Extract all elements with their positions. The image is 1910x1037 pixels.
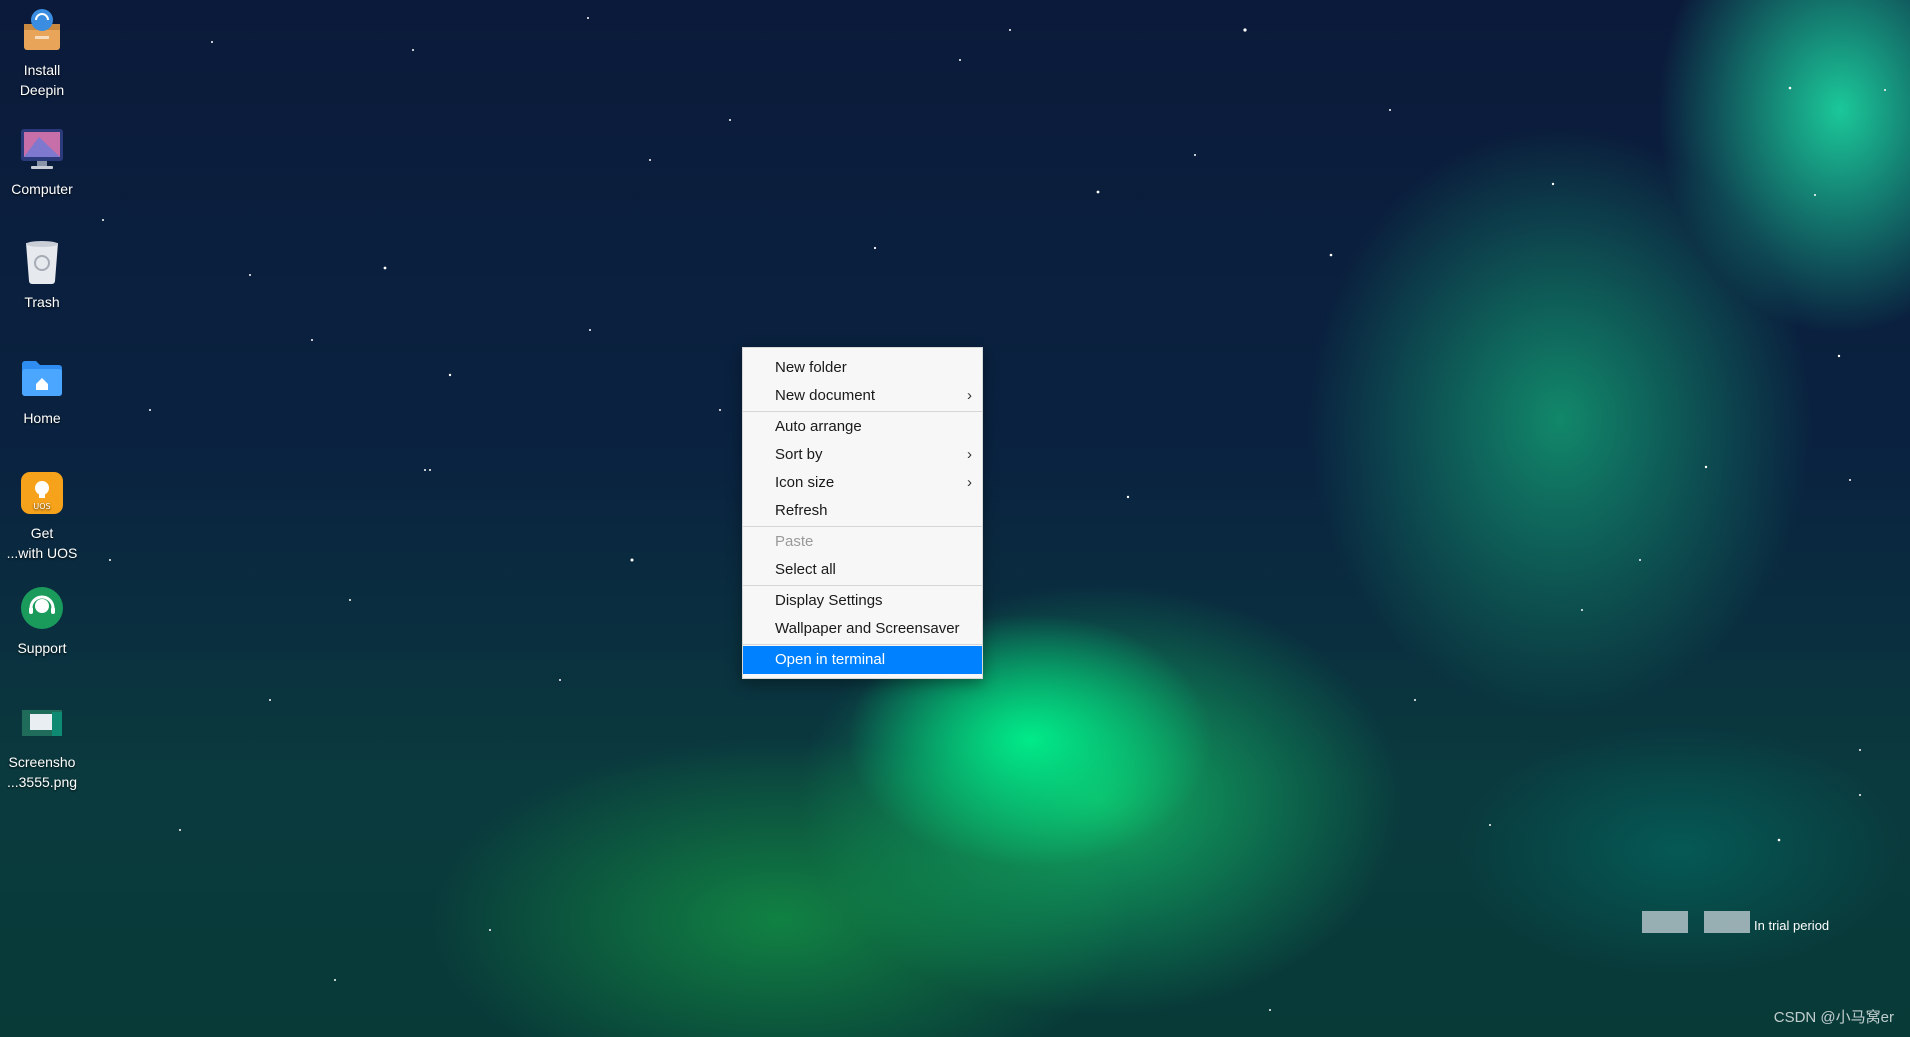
menu-separator	[743, 411, 982, 412]
menu-separator	[743, 644, 982, 645]
watermark-block	[1704, 911, 1750, 933]
menu-item-sort-by[interactable]: Sort by ›	[743, 441, 982, 469]
trash-bin-icon	[18, 238, 66, 286]
csdn-watermark: CSDN @小马窝er	[1773, 1009, 1894, 1026]
menu-item-wallpaper-screensaver[interactable]: Wallpaper and Screensaver	[743, 615, 982, 643]
menu-separator	[743, 585, 982, 586]
chevron-right-icon: ›	[967, 474, 972, 491]
chevron-right-icon: ›	[967, 387, 972, 404]
menu-item-label: Open in terminal	[775, 651, 886, 668]
menu-item-new-document[interactable]: New document ›	[743, 382, 982, 410]
desktop-icon-home[interactable]: Home	[0, 354, 84, 428]
watermark-block	[1642, 911, 1688, 933]
menu-item-refresh[interactable]: Refresh	[743, 497, 982, 525]
support-headset-icon	[18, 584, 66, 632]
menu-item-label: Paste	[775, 533, 814, 550]
menu-item-label: Auto arrange	[775, 418, 862, 435]
desktop-icon-computer[interactable]: Computer	[0, 125, 84, 199]
image-file-icon	[18, 698, 66, 746]
menu-separator	[743, 526, 982, 527]
desktop-context-menu: New folder New document › Auto arrange So…	[742, 347, 983, 679]
menu-item-new-folder[interactable]: New folder	[743, 354, 982, 382]
home-folder-icon	[18, 354, 66, 402]
menu-item-display-settings[interactable]: Display Settings	[743, 587, 982, 615]
menu-item-icon-size[interactable]: Icon size ›	[743, 469, 982, 497]
menu-item-label: Display Settings	[775, 592, 883, 609]
svg-text:UOS: UOS	[33, 502, 50, 511]
menu-item-label: Select all	[775, 561, 836, 578]
desktop-icon-support[interactable]: Support	[0, 584, 84, 658]
trial-text: In trial period	[1754, 918, 1830, 933]
desktop-icon-trash[interactable]: Trash	[0, 238, 84, 312]
desktop-icon-get-uos[interactable]: UOS Get ...with UOS	[0, 469, 84, 563]
menu-item-open-in-terminal[interactable]: Open in terminal	[743, 646, 982, 674]
menu-item-paste: Paste	[743, 528, 982, 556]
desktop-icon-label: Screensho ...3555.png	[6, 754, 78, 790]
desktop-icon-label: Trash	[24, 294, 60, 310]
desktop-icon-screenshot[interactable]: Screensho ...3555.png	[0, 698, 84, 792]
trial-watermark: In trial period	[1642, 911, 1829, 933]
desktop-icon-label: Get ...with UOS	[6, 525, 78, 561]
chevron-right-icon: ›	[967, 446, 972, 463]
menu-item-label: New folder	[775, 359, 847, 376]
uos-lightbulb-icon: UOS	[18, 469, 66, 517]
menu-item-label: Sort by	[775, 446, 823, 463]
desktop-icon-label: Computer	[11, 181, 73, 197]
menu-item-label: Icon size	[775, 474, 835, 491]
desktop-icon-label: Install Deepin	[19, 62, 65, 98]
menu-item-label: Wallpaper and Screensaver	[775, 620, 960, 637]
desktop-icon-install-deepin[interactable]: Install Deepin	[0, 6, 84, 100]
menu-item-select-all[interactable]: Select all	[743, 556, 982, 584]
menu-item-auto-arrange[interactable]: Auto arrange	[743, 413, 982, 441]
install-box-icon	[18, 6, 66, 54]
desktop-icon-label: Support	[17, 640, 67, 656]
desktop-icon-label: Home	[23, 410, 61, 426]
menu-item-label: New document	[775, 387, 876, 404]
menu-item-label: Refresh	[775, 502, 828, 519]
computer-monitor-icon	[18, 125, 66, 173]
